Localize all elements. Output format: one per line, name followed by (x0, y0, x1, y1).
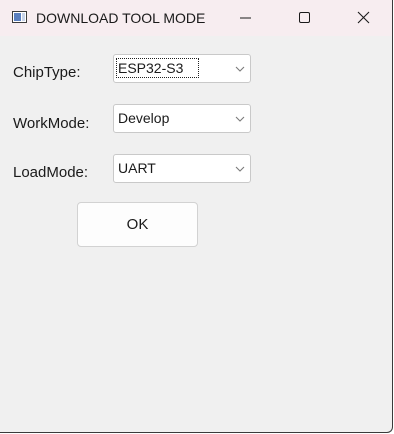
minimize-button[interactable] (216, 0, 274, 36)
app-window-icon (12, 11, 27, 23)
close-button[interactable] (334, 0, 392, 36)
work-mode-select[interactable]: Develop (113, 104, 251, 133)
chip-type-select[interactable]: ESP32-S3 (113, 54, 251, 83)
close-icon (357, 11, 370, 24)
title-bar[interactable]: DOWNLOAD TOOL MODE (0, 0, 392, 36)
load-mode-select[interactable]: UART (113, 154, 251, 183)
maximize-button[interactable] (275, 0, 333, 36)
chevron-down-icon (235, 166, 245, 172)
minimize-icon (240, 17, 251, 19)
chevron-down-icon (235, 66, 245, 72)
window-title: DOWNLOAD TOOL MODE (36, 10, 206, 26)
load-mode-label: LoadMode: (13, 164, 89, 181)
chevron-down-icon (235, 116, 245, 122)
dialog-window: DOWNLOAD TOOL MODE ChipType: ESP32-S3 Wo… (0, 0, 393, 433)
load-mode-value: UART (118, 160, 156, 176)
chip-type-label: ChipType: (13, 64, 81, 81)
work-mode-value: Develop (118, 110, 170, 126)
chip-type-value: ESP32-S3 (115, 58, 200, 78)
maximize-icon (299, 12, 310, 23)
ok-button[interactable]: OK (77, 202, 198, 247)
work-mode-label: WorkMode: (13, 115, 90, 132)
